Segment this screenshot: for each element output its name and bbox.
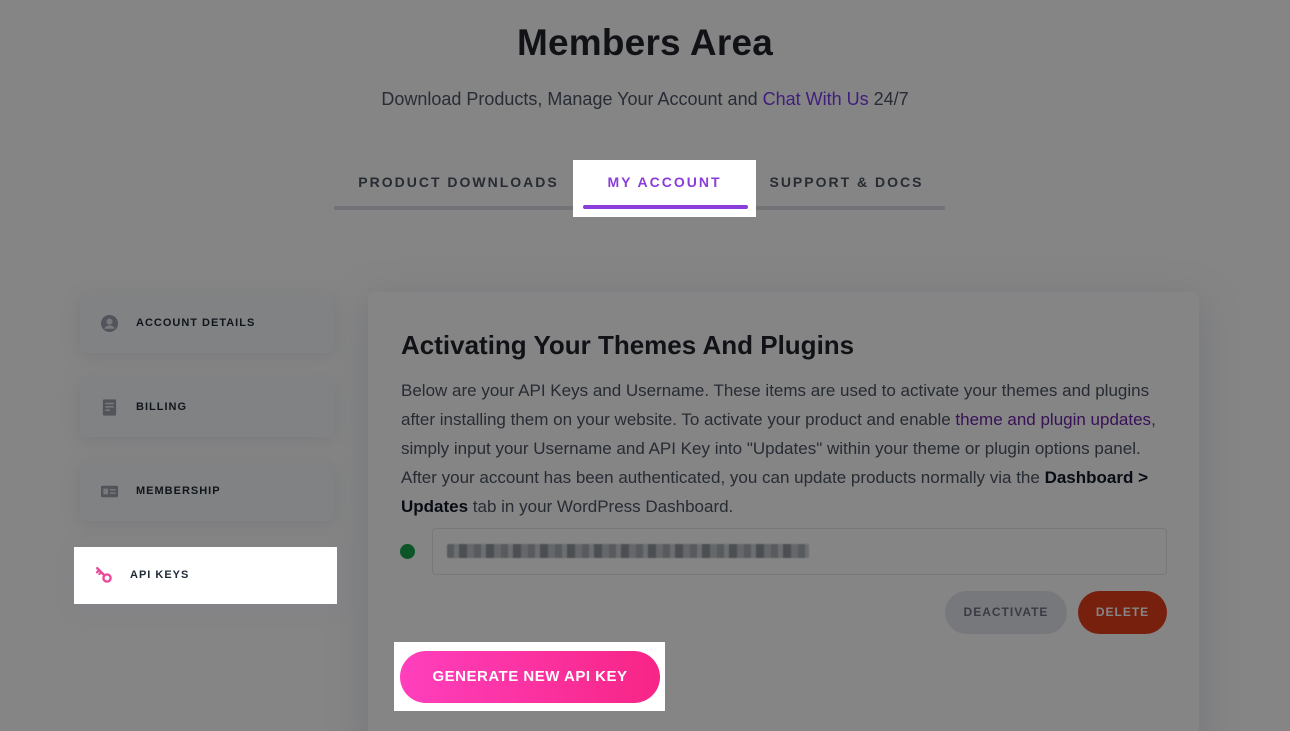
page-title: Members Area (516, 22, 774, 63)
sidebar-item-api-keys[interactable]: API KEYS (74, 547, 337, 604)
subtitle-text: Download Products, Manage Your Account a… (381, 89, 763, 109)
sidebar-item-label: MEMBERSHIP (136, 485, 221, 497)
redacted-api-key (447, 544, 809, 558)
sidebar-item-billing[interactable]: BILLING (80, 377, 334, 437)
sidebar-item-label: ACCOUNT DETAILS (136, 317, 256, 329)
key-icon (95, 567, 112, 583)
api-key-field[interactable] (432, 528, 1167, 575)
sidebar-item-label: BILLING (136, 401, 187, 413)
deactivate-button[interactable]: DEACTIVATE (945, 591, 1067, 634)
sidebar-item-membership[interactable]: MEMBERSHIP (80, 461, 334, 521)
sidebar-item-label: API KEYS (130, 569, 190, 581)
tab-label: MY ACCOUNT (607, 174, 722, 190)
tab-my-account[interactable]: MY ACCOUNT (573, 160, 756, 217)
section-title: Activating Your Themes And Plugins (401, 330, 855, 360)
delete-button[interactable]: DELETE (1078, 591, 1167, 634)
active-tab-indicator (583, 205, 748, 209)
user-circle-icon (100, 314, 119, 333)
tab-support-docs[interactable]: SUPPORT & DOCS (758, 160, 935, 206)
theme-plugin-updates-link[interactable]: theme and plugin updates (955, 410, 1151, 429)
desc-text: tab in your WordPress Dashboard. (468, 497, 734, 516)
page-subtitle: Download Products, Manage Your Account a… (0, 89, 1290, 110)
sidebar-item-account-details[interactable]: ACCOUNT DETAILS (80, 293, 334, 353)
subtitle-suffix: 24/7 (868, 89, 909, 109)
id-card-icon (100, 485, 119, 498)
key-active-status-dot (400, 544, 415, 559)
tab-product-downloads[interactable]: PRODUCT DOWNLOADS (334, 160, 583, 206)
invoice-icon (102, 399, 117, 416)
chat-with-us-link[interactable]: Chat With Us (763, 89, 869, 109)
section-description: Below are your API Keys and Username. Th… (401, 376, 1171, 521)
generate-new-api-key-button[interactable]: GENERATE NEW API KEY (400, 651, 660, 703)
generate-key-highlight: GENERATE NEW API KEY (394, 642, 665, 711)
